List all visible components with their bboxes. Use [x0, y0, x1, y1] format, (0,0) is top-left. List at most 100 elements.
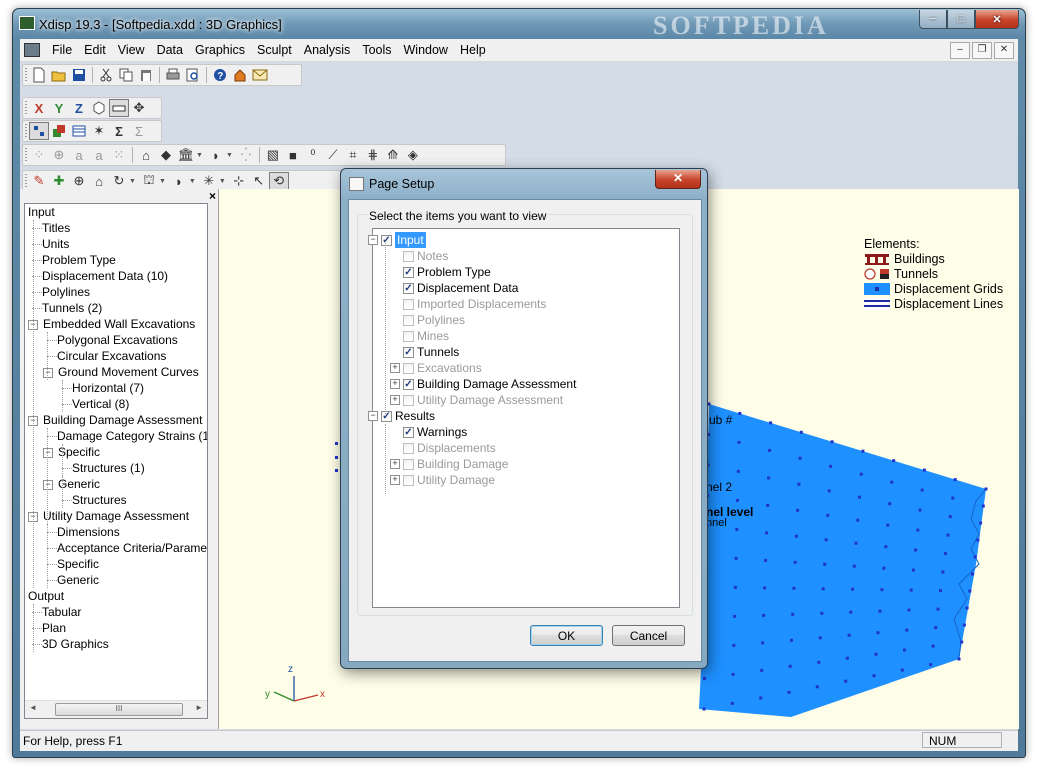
dialog-tree-item[interactable]: Polylines [403, 312, 465, 328]
item-checkbox[interactable] [403, 314, 414, 326]
menu-file[interactable]: File [46, 43, 78, 57]
dialog-tree-item[interactable]: Displacements [403, 440, 496, 456]
tree-panel-close-button[interactable]: × [209, 189, 216, 203]
tree-item[interactable]: − Building Damage Assessment [28, 412, 203, 428]
columns-icon[interactable]: 🏛︎ [176, 146, 196, 164]
tree-item[interactable]: − Specific [43, 444, 101, 460]
menu-tools[interactable]: Tools [356, 43, 397, 57]
tree-item[interactable]: 3D Graphics [41, 636, 110, 652]
paste-icon[interactable] [136, 66, 156, 84]
item-checkbox[interactable] [403, 394, 414, 406]
item-checkbox[interactable]: ✓ [403, 346, 414, 358]
tunnel-add-icon[interactable]: ◗ [169, 172, 189, 190]
dialog-tree-item[interactable]: + Building Damage [390, 456, 508, 472]
menu-sculpt[interactable]: Sculpt [251, 43, 298, 57]
tree-item[interactable]: Specific [56, 556, 100, 572]
tree-item[interactable]: Titles [41, 220, 71, 236]
dialog-tree-item[interactable]: + Excavations [390, 360, 482, 376]
contour-icon[interactable]: ⁰ [303, 146, 323, 164]
menu-window[interactable]: Window [398, 43, 454, 57]
title-bar[interactable]: Xdisp 19.3 - [Softpedia.xdd : 3D Graphic… [13, 9, 1025, 40]
grid-dots-icon[interactable]: ⁘ [29, 146, 49, 164]
menu-data[interactable]: Data [151, 43, 189, 57]
menu-graphics[interactable]: Graphics [189, 43, 251, 57]
copy-icon[interactable] [116, 66, 136, 84]
dialog-tree-item[interactable]: ✓ Warnings [403, 424, 467, 440]
document-icon[interactable] [24, 43, 40, 57]
tree-item[interactable]: Vertical (8) [71, 396, 130, 412]
dialog-tree-item[interactable]: ✓ Problem Type [403, 264, 491, 280]
layers-icon[interactable] [49, 122, 69, 140]
dialog-tree-item[interactable]: Notes [403, 248, 448, 264]
chart-curve-icon[interactable]: ⟰ [383, 146, 403, 164]
project-tree[interactable]: ◄ III ► Input Titles Units Problem Type Disp… [24, 203, 208, 719]
wand-icon[interactable]: ✶ [89, 122, 109, 140]
tree-item[interactable]: Polylines [41, 284, 91, 300]
tag-icon[interactable]: ◈ [403, 146, 423, 164]
item-checkbox[interactable] [403, 474, 414, 486]
ok-button[interactable]: OK [530, 625, 603, 646]
tree-item[interactable]: Acceptance Criteria/Parameters [56, 540, 207, 556]
item-checkbox[interactable] [403, 250, 414, 262]
pencil-icon[interactable]: ✎ [29, 172, 49, 190]
building-icon[interactable]: ⌂ [136, 146, 156, 164]
x-axis-button[interactable]: X [29, 99, 49, 117]
tree-item[interactable]: Tabular [41, 604, 82, 620]
section-icon[interactable]: ⌗ [343, 146, 363, 164]
app-icon[interactable] [19, 16, 35, 30]
item-checkbox[interactable]: ✓ [403, 426, 414, 438]
expander-icon[interactable]: + [390, 395, 400, 405]
diamond-icon[interactable]: ◆ [156, 146, 176, 164]
tree-item[interactable]: − Embedded Wall Excavations [28, 316, 196, 332]
tree-expander-icon[interactable]: − [43, 447, 53, 458]
expander-icon[interactable]: + [390, 459, 400, 469]
text-a-dot-icon[interactable]: a [89, 146, 109, 164]
mdi-minimize-button[interactable]: – [950, 42, 970, 59]
maximize-button[interactable]: □ [947, 10, 975, 29]
web-icon[interactable] [230, 66, 250, 84]
dialog-tree-item[interactable]: − ✓ Input [368, 232, 426, 248]
item-checkbox[interactable]: ✓ [403, 266, 414, 278]
new-icon[interactable] [29, 66, 49, 84]
open-icon[interactable] [49, 66, 69, 84]
help-icon[interactable]: ? [210, 66, 230, 84]
tree-item[interactable]: Displacement Data (10) [41, 268, 169, 284]
dialog-tree-item[interactable]: + ✓ Building Damage Assessment [390, 376, 576, 392]
close-button[interactable]: ✕ [975, 10, 1019, 29]
dialog-tree-item[interactable]: + Utility Damage [390, 472, 495, 488]
menu-help[interactable]: Help [454, 43, 492, 57]
tree-item[interactable]: Structures (1) [71, 460, 146, 476]
spark-icon[interactable]: ✳ [199, 172, 219, 190]
target-icon[interactable]: ⊕ [49, 146, 69, 164]
z-axis-button[interactable]: Z [69, 99, 89, 117]
menu-edit[interactable]: Edit [78, 43, 112, 57]
cancel-button[interactable]: Cancel [612, 625, 685, 646]
move-icon[interactable]: ✥ [129, 99, 149, 117]
sum-disabled-icon[interactable]: Σ [129, 122, 149, 140]
dialog-close-button[interactable]: ✕ [655, 170, 701, 189]
tree-expander-icon[interactable]: − [43, 479, 53, 490]
scroll-thumb[interactable]: III [55, 703, 183, 716]
item-checkbox[interactable] [403, 330, 414, 342]
table-icon[interactable] [69, 122, 89, 140]
item-checkbox[interactable]: ✓ [381, 234, 392, 246]
item-checkbox[interactable]: ✓ [403, 282, 414, 294]
item-checkbox[interactable]: ✓ [381, 410, 392, 422]
expander-icon[interactable]: + [390, 363, 400, 373]
dialog-tree-item[interactable]: Mines [403, 328, 449, 344]
tree-horizontal-scrollbar[interactable]: ◄ III ► [25, 700, 207, 718]
expander-icon[interactable]: + [390, 475, 400, 485]
tree-item[interactable]: Circular Excavations [56, 348, 167, 364]
dialog-tree-item[interactable]: ✓ Tunnels [403, 344, 459, 360]
tree-item[interactable]: Input [27, 204, 56, 220]
excavation-icon[interactable]: ⛫ [139, 172, 159, 190]
items-tree[interactable]: − ✓ Input Notes ✓ Problem Type ✓ Displacement D… [368, 228, 680, 608]
pointer-icon[interactable]: ↖ [249, 172, 269, 190]
tree-view-button[interactable] [29, 122, 49, 140]
tree-item[interactable]: − Utility Damage Assessment [28, 508, 190, 524]
tree-item[interactable]: Generic [56, 572, 100, 588]
scroll-left-arrow[interactable]: ◄ [29, 703, 37, 712]
item-checkbox[interactable] [403, 298, 414, 310]
tree-item[interactable]: Polygonal Excavations [56, 332, 179, 348]
expander-icon[interactable]: − [368, 235, 378, 245]
